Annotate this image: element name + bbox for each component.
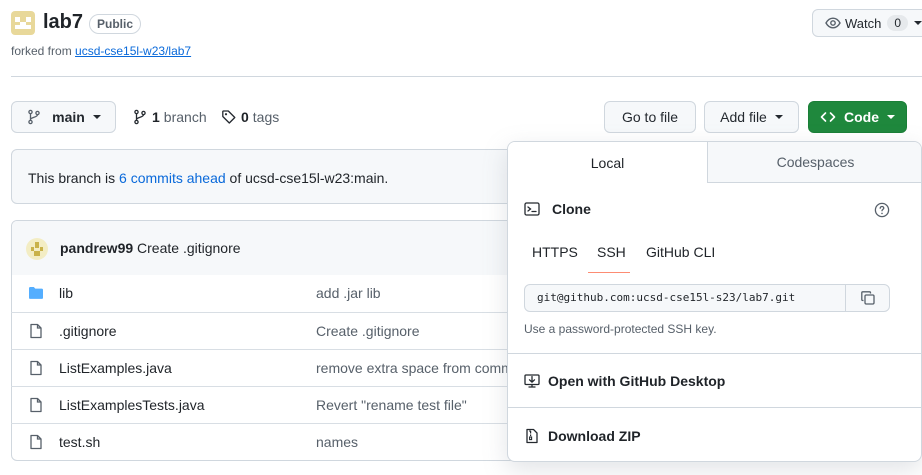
branch-name: main bbox=[52, 109, 85, 125]
commit-message[interactable]: Create .gitignore bbox=[137, 240, 241, 256]
branch-count-icon bbox=[132, 109, 148, 125]
download-zip-item[interactable]: Download ZIP bbox=[508, 408, 921, 461]
file-icon bbox=[28, 323, 44, 342]
clone-label: Clone bbox=[552, 201, 591, 217]
file-name[interactable]: ListExamplesTests.java bbox=[59, 397, 205, 413]
forked-from: forked from ucsd-cse15l-w23/lab7 bbox=[11, 44, 191, 58]
clone-url: git@github.com:ucsd-cse15l-s23/lab7.git bbox=[537, 291, 796, 304]
ahead-suffix: of ucsd-cse15l-w23:main. bbox=[229, 170, 389, 186]
help-icon[interactable] bbox=[874, 202, 890, 221]
download-zip-label: Download ZIP bbox=[548, 427, 641, 444]
protocol-ssh[interactable]: SSH bbox=[597, 244, 626, 260]
forked-prefix: forked from bbox=[11, 44, 72, 58]
tag-icon bbox=[221, 109, 237, 125]
add-file-caret-icon bbox=[774, 115, 783, 119]
file-icon bbox=[28, 360, 44, 379]
code-brackets-icon bbox=[820, 109, 836, 125]
file-name[interactable]: test.sh bbox=[59, 434, 100, 450]
protocol-tabs-divider bbox=[524, 273, 907, 274]
tab-codespaces[interactable]: Codespaces bbox=[707, 142, 921, 183]
clone-header: Clone bbox=[524, 201, 591, 217]
code-button[interactable]: Code bbox=[808, 101, 907, 133]
visibility-badge: Public bbox=[89, 14, 142, 34]
add-file-button[interactable]: Add file bbox=[704, 101, 799, 133]
file-commit-message[interactable]: Create .gitignore bbox=[316, 323, 420, 339]
folder-icon bbox=[28, 285, 44, 304]
watch-button[interactable]: Watch 0 bbox=[812, 9, 922, 37]
branches-link[interactable]: 1 branch bbox=[132, 109, 207, 125]
tags-label: tags bbox=[252, 109, 280, 125]
file-row[interactable]: lib add .jar lib bbox=[11, 275, 531, 312]
copy-icon bbox=[860, 290, 876, 306]
file-commit-message[interactable]: add .jar lib bbox=[316, 285, 381, 301]
file-row[interactable]: ListExamplesTests.java Revert "rename te… bbox=[11, 386, 531, 423]
ahead-commits-link[interactable]: 6 commits ahead bbox=[119, 170, 226, 186]
repo-name[interactable]: lab7 bbox=[43, 11, 83, 34]
branch-icon bbox=[26, 109, 42, 125]
file-row[interactable]: .gitignore Create .gitignore bbox=[11, 312, 531, 349]
branches-count: 1 bbox=[152, 109, 160, 125]
forked-source-link[interactable]: ucsd-cse15l-w23/lab7 bbox=[75, 44, 191, 58]
tab-local[interactable]: Local bbox=[508, 142, 707, 183]
tags-count: 0 bbox=[241, 109, 249, 125]
tags-link[interactable]: 0 tags bbox=[221, 109, 279, 125]
eye-icon bbox=[825, 15, 841, 31]
open-with-desktop-label: Open with GitHub Desktop bbox=[548, 372, 726, 389]
file-name[interactable]: ListExamples.java bbox=[59, 360, 172, 376]
copy-url-button[interactable] bbox=[845, 284, 890, 312]
branches-label: branch bbox=[163, 109, 207, 125]
terminal-icon bbox=[524, 201, 540, 217]
code-caret-icon bbox=[887, 115, 895, 119]
file-name[interactable]: .gitignore bbox=[59, 323, 117, 339]
commit-author[interactable]: pandrew99 bbox=[60, 240, 133, 256]
file-row[interactable]: test.sh names bbox=[11, 423, 531, 460]
file-name[interactable]: lib bbox=[59, 285, 73, 301]
watch-label: Watch bbox=[845, 15, 882, 31]
protocol-github-cli[interactable]: GitHub CLI bbox=[646, 244, 715, 260]
code-label: Code bbox=[844, 109, 879, 125]
branch-select-button[interactable]: main bbox=[11, 101, 116, 133]
clone-url-input[interactable]: git@github.com:ucsd-cse15l-s23/lab7.git bbox=[524, 284, 846, 312]
file-commit-message[interactable]: remove extra space from comm bbox=[316, 360, 513, 376]
open-with-desktop-item[interactable]: Open with GitHub Desktop bbox=[508, 354, 921, 407]
file-zip-icon bbox=[524, 428, 540, 444]
watch-count: 0 bbox=[887, 15, 909, 31]
desktop-download-icon bbox=[524, 373, 540, 389]
code-dropdown: Local Codespaces Clone HTTPS SSH GitHub … bbox=[507, 141, 922, 462]
file-icon bbox=[28, 434, 44, 453]
file-row[interactable]: ListExamples.java remove extra space fro… bbox=[11, 349, 531, 386]
ssh-hint: Use a password-protected SSH key. bbox=[524, 322, 717, 336]
protocol-https[interactable]: HTTPS bbox=[532, 244, 578, 260]
file-commit-message[interactable]: Revert "rename test file" bbox=[316, 397, 467, 413]
tab-local-label: Local bbox=[590, 154, 625, 171]
branch-caret-icon bbox=[92, 115, 101, 119]
go-to-file-button[interactable]: Go to file bbox=[604, 101, 696, 133]
watch-caret-icon bbox=[914, 21, 922, 25]
ahead-prefix: This branch is bbox=[28, 170, 116, 186]
tab-codespaces-label: Codespaces bbox=[776, 154, 855, 170]
author-avatar[interactable] bbox=[26, 238, 48, 260]
file-icon bbox=[28, 397, 44, 416]
file-commit-message[interactable]: names bbox=[316, 434, 358, 450]
repo-avatar bbox=[11, 11, 35, 35]
add-file-label: Add file bbox=[720, 109, 767, 125]
ahead-notice: This branch is 6 commits ahead of ucsd-c… bbox=[11, 149, 531, 204]
latest-commit-bar: pandrew99 Create .gitignore bbox=[12, 221, 531, 275]
